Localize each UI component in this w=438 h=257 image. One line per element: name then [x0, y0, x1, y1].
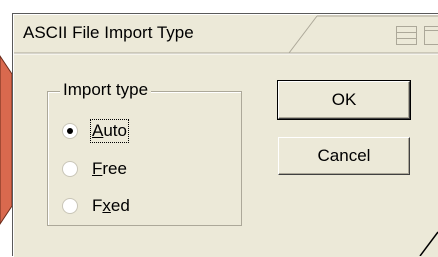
radio-auto-label: Auto [92, 121, 127, 141]
radio-auto[interactable]: Auto [62, 119, 127, 143]
radio-auto-indicator[interactable] [62, 123, 78, 139]
radio-fixed-label-rest: ed [111, 196, 130, 215]
import-type-label: Import type [60, 80, 151, 100]
radio-free-label-rest: ree [102, 159, 127, 178]
radio-auto-label-rest: uto [103, 121, 127, 140]
window-icon[interactable] [424, 26, 438, 46]
radio-free[interactable]: Free [62, 157, 127, 181]
ok-button[interactable]: OK [278, 81, 410, 119]
cancel-button[interactable]: Cancel [278, 137, 410, 175]
radio-fixed-label: Fxed [92, 196, 130, 216]
radio-fixed-indicator[interactable] [62, 198, 78, 214]
dialog-title: ASCII File Import Type [23, 23, 194, 43]
radio-free-label: Free [92, 159, 127, 179]
list-view-icon[interactable] [396, 26, 418, 46]
radio-fixed[interactable]: Fxed [62, 194, 130, 218]
radio-fixed-label-pre: F [92, 196, 102, 215]
radio-free-indicator[interactable] [62, 161, 78, 177]
